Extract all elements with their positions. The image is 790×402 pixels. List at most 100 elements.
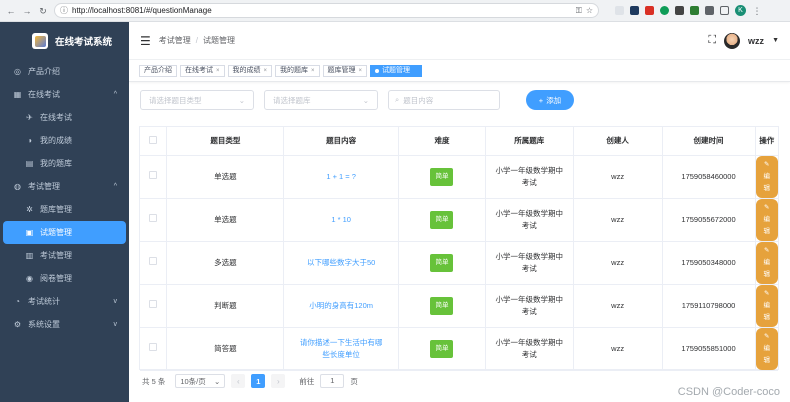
content-search-input[interactable]: ⌕ 题目内容 — [388, 90, 500, 110]
sidebar-item-label: 在线考试 — [28, 90, 60, 99]
difficulty-badge: 简单 — [430, 253, 454, 272]
question-content[interactable]: 请你描述一下生活中有哪些长度单位 — [300, 338, 383, 359]
sidepanel-icon[interactable] — [720, 6, 729, 15]
tag-label: 产品介绍 — [144, 66, 172, 74]
row-checkbox[interactable] — [149, 256, 158, 265]
edit-button[interactable]: ✎ 编辑 — [755, 327, 778, 370]
extension-icon[interactable] — [660, 6, 669, 15]
row-checkbox-cell[interactable] — [140, 198, 168, 242]
tag-item[interactable]: 题库管理 × — [322, 64, 368, 77]
sidebar-item[interactable]: ◎ 产品介绍 — [0, 60, 129, 83]
next-page-button[interactable]: › — [271, 374, 286, 388]
key-icon[interactable]: ⚿ — [576, 6, 582, 16]
row-checkbox[interactable] — [149, 170, 158, 179]
back-icon[interactable]: ← — [6, 6, 16, 16]
tag-item[interactable]: 试题管理 — [370, 64, 423, 77]
hamburger-icon[interactable]: ☰ — [140, 34, 151, 48]
cell-actions: ✎ 编辑 — [755, 155, 778, 199]
cell-bank: 小学一年级数学期中考试 — [485, 327, 574, 371]
edit-button[interactable]: ✎ 编辑 — [755, 198, 778, 241]
row-checkbox-cell[interactable] — [140, 155, 168, 199]
question-table: 题目类型 题目内容 难度 所属题库 创建人 创建时间 操作 单选题 1 + 1 = ? 简单 小学… — [139, 126, 779, 371]
cell-difficulty: 简单 — [398, 155, 486, 199]
menu-icon: ◔ — [15, 297, 20, 306]
row-checkbox[interactable] — [149, 342, 158, 351]
sidebar-item[interactable]: ▤ 我的题库 — [0, 152, 129, 175]
question-bank-select[interactable]: 请选择题库 ⌄ — [264, 90, 378, 110]
edit-button[interactable]: ✎ 编辑 — [755, 155, 778, 198]
puzzle-icon[interactable] — [705, 6, 714, 15]
extension-icon[interactable] — [690, 6, 699, 15]
row-checkbox[interactable] — [149, 299, 158, 308]
close-icon[interactable]: × — [264, 66, 268, 76]
menu-icon: ▣ — [25, 228, 34, 237]
close-icon[interactable]: × — [311, 66, 315, 76]
prev-page-button[interactable]: ‹ — [231, 374, 246, 388]
question-type-select[interactable]: 请选择题目类型 ⌄ — [140, 90, 254, 110]
search-icon: ⌕ — [395, 95, 400, 104]
sidebar-item[interactable]: ◉ 阅卷管理 — [0, 267, 129, 290]
close-icon[interactable]: × — [216, 66, 220, 76]
tag-item[interactable]: 在线考试 × — [180, 64, 225, 77]
question-content[interactable]: 小明的身高有120m — [309, 301, 373, 310]
sidebar-menu: ◎ 产品介绍 ▦ 在线考试 ^ ✈ 在线考试 ◑ 我的成绩 ▤ 我的题库 ◍ 考试管理 ^ ✲ 题库管理 ▣ 试题… — [0, 60, 129, 336]
row-checkbox[interactable] — [149, 213, 158, 222]
question-content[interactable]: 1 + 1 = ? — [326, 172, 356, 181]
caret-down-icon[interactable]: ▼ — [772, 37, 779, 44]
sidebar-item[interactable]: ✈ 在线考试 — [0, 106, 129, 129]
username[interactable]: wzz — [748, 36, 764, 46]
goto-page-input[interactable]: 1 — [320, 374, 345, 388]
question-content[interactable]: 1 * 10 — [331, 215, 351, 224]
edit-button[interactable]: ✎ 编辑 — [755, 241, 778, 284]
avatar[interactable] — [724, 32, 741, 49]
select-all-checkbox-cell[interactable] — [140, 127, 168, 156]
extension-icon[interactable] — [630, 6, 639, 15]
extension-icon[interactable] — [675, 6, 684, 15]
watermark: CSDN @Coder-coco — [677, 386, 780, 398]
breadcrumb-separator: / — [195, 36, 198, 45]
sidebar-item[interactable]: ◑ 我的成绩 — [0, 129, 129, 152]
row-checkbox-cell[interactable] — [140, 241, 168, 285]
menu-icon: ⚙ — [13, 320, 22, 329]
tag-item[interactable]: 我的成绩 × — [227, 64, 273, 77]
sidebar-item[interactable]: ◍ 考试管理 ^ — [0, 175, 129, 198]
sidebar-item[interactable]: ▦ 在线考试 ^ — [0, 83, 129, 106]
sidebar-item[interactable]: ▥ 考试管理 — [0, 244, 129, 267]
edit-button[interactable]: ✎ 编辑 — [755, 284, 778, 327]
page-size-select[interactable]: 10条/页 ⌄ — [175, 374, 226, 388]
sidebar-item[interactable]: ▣ 试题管理 — [3, 221, 126, 244]
edit-label: 编辑 — [763, 258, 771, 278]
chevron-down-icon: v — [113, 321, 118, 328]
sidebar-item[interactable]: ◔ 考试统计 v — [0, 290, 129, 313]
address-bar[interactable]: ⓘ http://localhost:8081/#/questionManage… — [54, 3, 599, 18]
select-all-checkbox[interactable] — [149, 135, 158, 144]
table-row: 单选题 1 + 1 = ? 简单 小学一年级数学期中考试 wzz 175905846000… — [140, 155, 778, 199]
extensions-bar: K ⋮ — [615, 5, 762, 16]
forward-icon[interactable]: → — [22, 6, 32, 16]
menu-icon: ◍ — [14, 182, 21, 191]
cell-creator: wzz — [573, 241, 663, 285]
page-number-active[interactable]: 1 — [251, 374, 266, 388]
reload-icon[interactable]: ↻ — [38, 6, 48, 16]
sidebar-item-label: 阅卷管理 — [40, 274, 72, 283]
tag-item[interactable]: 产品介绍 — [139, 64, 177, 77]
breadcrumb-parent[interactable]: 考试管理 — [159, 35, 191, 46]
question-content[interactable]: 以下哪些数字大于50 — [307, 258, 375, 267]
chevron-up-icon: ^ — [113, 91, 117, 98]
bookmark-star-icon[interactable]: ☆ — [586, 6, 593, 15]
sidebar-item[interactable]: ⚙ 系统设置 v — [0, 313, 129, 336]
tag-item[interactable]: 我的题库 × — [275, 64, 320, 77]
more-menu-icon[interactable]: ⋮ — [752, 6, 762, 16]
row-checkbox-cell[interactable] — [140, 327, 168, 371]
fullscreen-icon[interactable]: ⛶ — [708, 34, 716, 47]
app-title: 在线考试系统 — [55, 37, 113, 48]
extension-icon[interactable] — [615, 6, 624, 15]
profile-avatar[interactable]: K — [735, 5, 746, 16]
sidebar-item[interactable]: ✲ 题库管理 — [0, 198, 129, 221]
close-icon[interactable]: × — [359, 66, 363, 76]
row-checkbox-cell[interactable] — [140, 284, 168, 328]
info-icon[interactable]: ⓘ — [60, 5, 68, 16]
edit-label: 编辑 — [763, 172, 771, 192]
add-button[interactable]: + 添加 — [526, 90, 574, 110]
extension-icon[interactable] — [645, 6, 654, 15]
